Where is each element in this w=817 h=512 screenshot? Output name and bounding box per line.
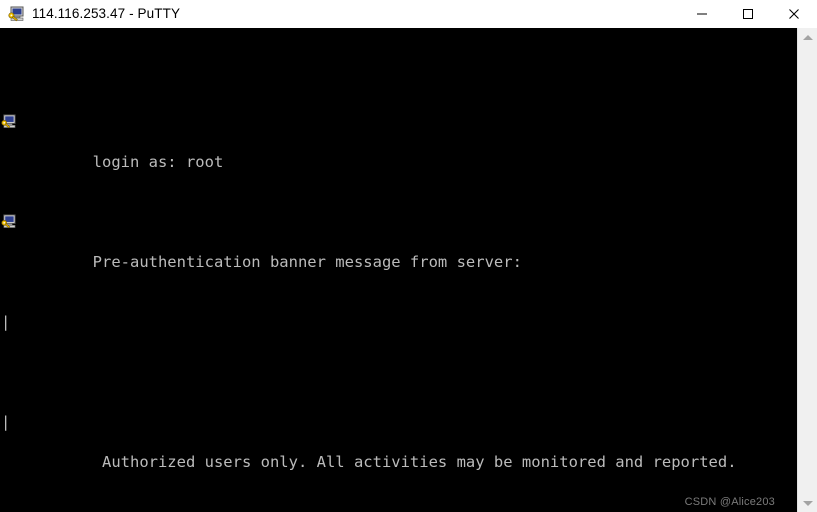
putty-window: 114.116.253.47 - PuTTY login as: root Pr… <box>0 0 817 512</box>
terminal-line-text: Authorized users only. All activities ma… <box>92 453 737 471</box>
terminal-scrollbar[interactable] <box>797 28 817 512</box>
watermark-label: CSDN @Alice203 <box>684 496 775 508</box>
minimize-button[interactable] <box>679 0 725 28</box>
scroll-up-arrow-icon <box>802 34 813 40</box>
terminal-line-text: login as: root <box>92 153 224 171</box>
close-button[interactable] <box>771 0 817 28</box>
terminal-lines: login as: root Pre-authentication banner… <box>0 32 797 512</box>
terminal-line: | <box>0 312 797 332</box>
scrollbar-down-button[interactable] <box>798 494 817 512</box>
maximize-icon <box>743 9 753 19</box>
scrollbar-up-button[interactable] <box>798 28 817 46</box>
maximize-button[interactable] <box>725 0 771 28</box>
terminal-line: Pre-authentication banner message from s… <box>0 212 797 271</box>
terminal-output-area[interactable]: login as: root Pre-authentication banner… <box>0 28 797 512</box>
putty-icon <box>1 214 16 229</box>
terminal-line: | Authorized users only. All activities … <box>0 412 797 471</box>
window-title: 114.116.253.47 - PuTTY <box>32 6 181 21</box>
close-icon <box>789 9 799 19</box>
terminal-line-text: Pre-authentication banner message from s… <box>92 253 522 271</box>
putty-app-icon <box>8 6 24 22</box>
putty-icon <box>1 114 16 129</box>
scrollbar-thumb[interactable] <box>798 46 817 494</box>
scroll-down-arrow-icon <box>802 500 813 506</box>
minimize-icon <box>697 13 707 15</box>
terminal-line: login as: root <box>0 112 797 171</box>
title-bar: 114.116.253.47 - PuTTY <box>0 0 817 28</box>
banner-pipe-marker: | <box>1 413 11 431</box>
banner-pipe-marker: | <box>1 313 11 331</box>
